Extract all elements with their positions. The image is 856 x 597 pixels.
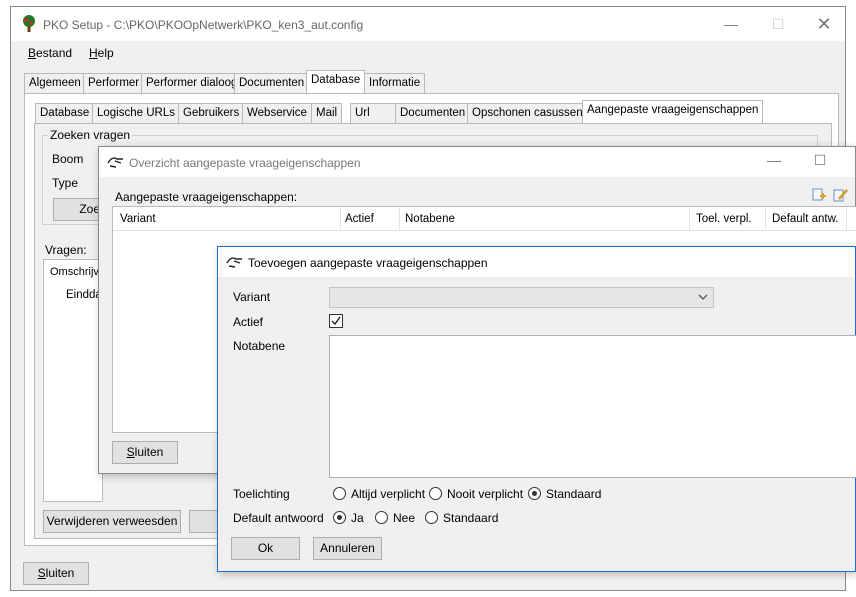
overview-title: Overzicht aangepaste vraageigenschappen bbox=[129, 156, 361, 170]
settings-hand-icon bbox=[226, 255, 244, 272]
default-ja-radio[interactable] bbox=[333, 511, 346, 524]
type-label: Type bbox=[52, 176, 79, 190]
main-titlebar: PKO Setup - C:\PKO\PKOOpNetwerk\PKO_ken3… bbox=[11, 7, 845, 41]
toelichting-altijd-radio[interactable] bbox=[333, 487, 346, 500]
subtab-url[interactable]: Url bbox=[350, 103, 396, 123]
boom-label: Boom bbox=[52, 152, 84, 166]
toelichting-nooit-label[interactable]: Nooit verplicht bbox=[447, 487, 523, 501]
app-tree-icon bbox=[21, 15, 37, 36]
tab-algemeen[interactable]: Algemeen bbox=[24, 73, 86, 93]
menu-help[interactable]: Help bbox=[89, 46, 114, 60]
ok-button[interactable]: Ok bbox=[231, 537, 300, 560]
toelichting-label: Toelichting bbox=[233, 487, 290, 501]
extra-button[interactable] bbox=[189, 510, 219, 533]
annuleren-button[interactable]: Annuleren bbox=[313, 537, 382, 560]
maximize-icon[interactable]: ☐ bbox=[763, 15, 793, 35]
tab-informatie[interactable]: Informatie bbox=[364, 73, 426, 93]
actief-checkbox[interactable] bbox=[329, 314, 343, 328]
subtab-gebruikers[interactable]: Gebruikers bbox=[178, 103, 245, 123]
overview-maximize-icon[interactable]: ☐ bbox=[805, 151, 835, 171]
menu-bar: Bestand Help bbox=[11, 41, 845, 65]
variant-select[interactable] bbox=[329, 287, 714, 308]
toelichting-nooit-radio[interactable] bbox=[429, 487, 442, 500]
notabene-label: Notabene bbox=[233, 339, 286, 353]
default-standaard-radio[interactable] bbox=[425, 511, 438, 524]
chevron-down-icon bbox=[698, 291, 708, 305]
column-notabene[interactable]: Notabene bbox=[405, 213, 455, 225]
default-standaard-label[interactable]: Standaard bbox=[443, 511, 498, 525]
settings-hand-icon bbox=[107, 155, 125, 172]
tab-database[interactable]: Database bbox=[306, 70, 366, 93]
omschrijving-column-label: Omschrijvi bbox=[50, 266, 102, 278]
overview-minimize-icon[interactable]: — bbox=[759, 151, 789, 171]
window-title: PKO Setup - C:\PKO\PKOOpNetwerk\PKO_ken3… bbox=[43, 18, 364, 32]
edit-item-icon[interactable] bbox=[833, 187, 849, 206]
menu-bestand[interactable]: Bestand bbox=[28, 46, 72, 60]
subtab-mail[interactable]: Mail bbox=[311, 103, 343, 123]
add-title: Toevoegen aangepaste vraageigenschappen bbox=[248, 256, 488, 270]
variant-label: Variant bbox=[233, 290, 271, 304]
subtab-opschonen-casussen[interactable]: Opschonen casussen bbox=[467, 103, 588, 123]
toelichting-standaard-label[interactable]: Standaard bbox=[546, 487, 601, 501]
default-nee-label[interactable]: Nee bbox=[393, 511, 415, 525]
add-dialog: Toevoegen aangepaste vraageigenschappen … bbox=[217, 246, 856, 572]
default-antwoord-label: Default antwoord bbox=[233, 511, 324, 525]
minimize-icon[interactable]: — bbox=[716, 15, 746, 35]
overview-list-label: Aangepaste vraageigenschappen: bbox=[115, 190, 298, 204]
subtab-documenten[interactable]: Documenten bbox=[395, 103, 471, 123]
vragen-label: Vragen: bbox=[45, 243, 87, 257]
overview-sluiten-button[interactable]: Sluiten bbox=[112, 441, 178, 464]
default-ja-label[interactable]: Ja bbox=[351, 511, 364, 525]
tab-performer[interactable]: Performer bbox=[83, 73, 145, 93]
subtab-logische-urls[interactable]: Logische URLs bbox=[92, 103, 180, 123]
toelichting-standaard-radio[interactable] bbox=[528, 487, 541, 500]
einddatum-column-label: Eindda bbox=[66, 289, 102, 301]
column-actief[interactable]: Actief bbox=[345, 213, 374, 225]
tab-documenten[interactable]: Documenten bbox=[234, 73, 310, 93]
subtab-webservice[interactable]: Webservice bbox=[242, 103, 312, 123]
add-titlebar: Toevoegen aangepaste vraageigenschappen bbox=[218, 247, 855, 277]
verwijderen-verweesden-button[interactable]: Verwijderen verweesden bbox=[43, 510, 181, 533]
overview-titlebar: Overzicht aangepaste vraageigenschappen … bbox=[99, 147, 855, 177]
column-variant[interactable]: Variant bbox=[120, 213, 156, 225]
column-default-antw[interactable]: Default antw. bbox=[772, 213, 838, 225]
checkmark-icon bbox=[331, 316, 341, 326]
default-nee-radio[interactable] bbox=[375, 511, 388, 524]
column-toel-verpl[interactable]: Toel. verpl. bbox=[696, 213, 752, 225]
zoeken-group-title: Zoeken vragen bbox=[48, 128, 133, 142]
toelichting-altijd-label[interactable]: Altijd verplicht bbox=[351, 487, 425, 501]
add-item-icon[interactable] bbox=[811, 187, 827, 206]
close-icon[interactable]: ✕ bbox=[809, 15, 839, 35]
actief-label: Actief bbox=[233, 315, 264, 329]
main-sluiten-button[interactable]: Sluiten bbox=[23, 562, 89, 585]
subtab-aangepaste-vraageigenschappen[interactable]: Aangepaste vraageigenschappen bbox=[582, 100, 764, 123]
tab-performer-dialoog[interactable]: Performer dialoog bbox=[141, 73, 243, 93]
overview-list-header: Variant Actief Notabene Toel. verpl. Def… bbox=[113, 207, 856, 231]
subtab-database[interactable]: Database bbox=[35, 103, 95, 123]
notabene-textarea[interactable] bbox=[329, 335, 856, 478]
